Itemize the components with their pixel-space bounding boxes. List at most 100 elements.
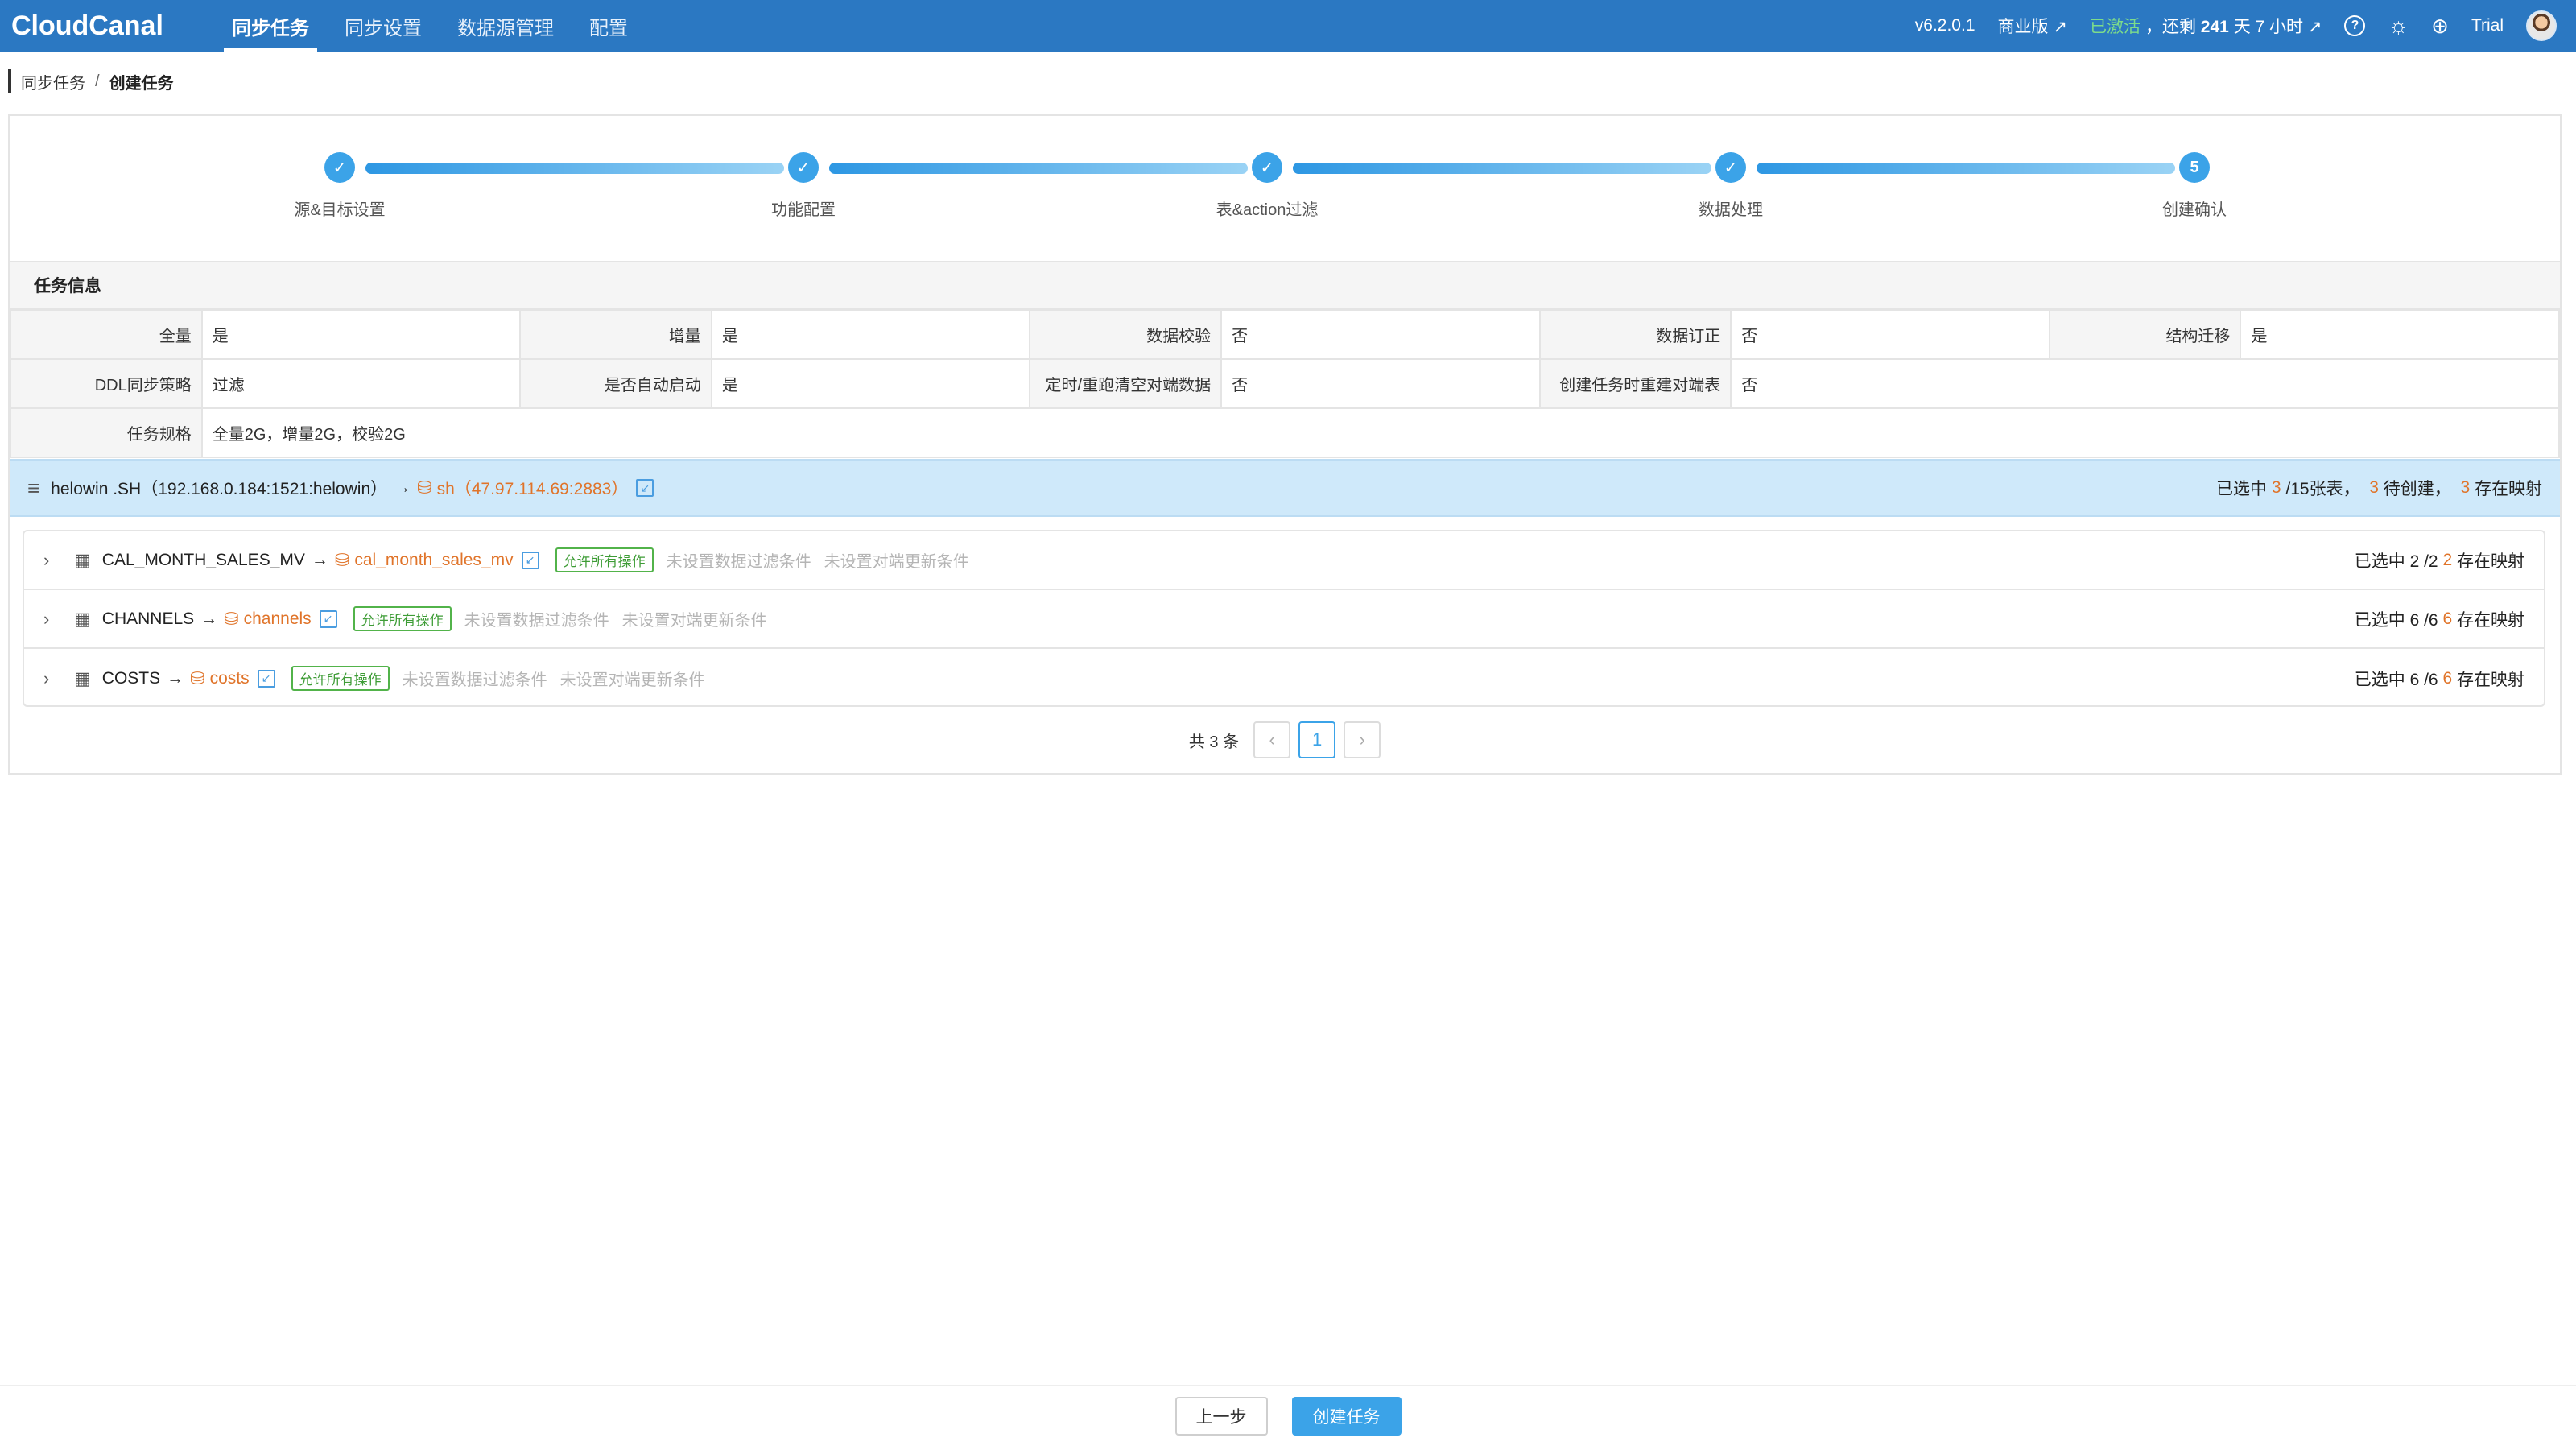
create-task-panel: ✓ ✓ ✓ ✓ 5 源&目标设置 功能配置 表&action过滤 数据处理 创建… bbox=[8, 114, 2562, 775]
arrow-icon: → bbox=[394, 478, 411, 497]
next-page-button[interactable]: › bbox=[1344, 721, 1381, 758]
info-row: 全量 是 增量 是 数据校验 否 数据订正 否 结构迁移 是 bbox=[10, 309, 2560, 360]
edit-mapping-icon[interactable]: ↙ bbox=[636, 479, 654, 497]
info-label: 全量 bbox=[10, 309, 203, 360]
row-summary: 已选中 6 /6 6 存在映射 bbox=[2354, 609, 2524, 630]
theme-icon[interactable]: ☼ bbox=[2388, 14, 2409, 37]
edit-mapping-icon[interactable]: ↙ bbox=[257, 669, 275, 688]
source-table: CHANNELS bbox=[101, 609, 195, 628]
selected-count: 3 bbox=[2271, 478, 2281, 497]
avatar[interactable] bbox=[2526, 10, 2557, 41]
target-table: cal_month_sales_mv bbox=[354, 550, 514, 569]
filter-condition[interactable]: 未设置数据过滤条件 bbox=[464, 607, 609, 630]
help-icon[interactable]: ? bbox=[2344, 15, 2366, 36]
info-label: 任务规格 bbox=[10, 407, 203, 458]
user-name[interactable]: Trial bbox=[2471, 16, 2504, 35]
row-summary: 已选中 2 /2 2 存在映射 bbox=[2354, 550, 2524, 571]
action-tag: 允许所有操作 bbox=[291, 666, 390, 691]
edit-mapping-icon[interactable]: ↙ bbox=[319, 609, 337, 628]
nav-config[interactable]: 配置 bbox=[572, 0, 646, 52]
info-label: 是否自动启动 bbox=[519, 358, 712, 409]
arrow-icon: → bbox=[311, 550, 328, 569]
header-right: v6.2.0.1 商业版 ↗ 已激活 ，还剩 241 天 7 小时 ↗ ? ☼ … bbox=[1915, 0, 2576, 52]
mapping-summary: 已选中 3 /15张表， 3 待创建， 3 存在映射 bbox=[2216, 478, 2542, 498]
info-value: 否 bbox=[1220, 309, 1541, 360]
create-task-button[interactable]: 创建任务 bbox=[1291, 1397, 1402, 1436]
pending-count: 3 bbox=[2369, 478, 2379, 497]
license-remaining[interactable]: ，还剩 241 天 7 小时 ↗ bbox=[2145, 14, 2322, 38]
info-value: 否 bbox=[1730, 358, 2560, 409]
step-3-check-icon: ✓ bbox=[1252, 152, 1282, 183]
expand-chevron-icon[interactable]: › bbox=[43, 609, 60, 630]
target-table-icon: ⛁ bbox=[190, 667, 205, 688]
expand-chevron-icon[interactable]: › bbox=[43, 668, 60, 689]
table-row: › ▦ CAL_MONTH_SALES_MV → ⛁ cal_month_sal… bbox=[24, 531, 2544, 590]
step-5-label: 创建确认 bbox=[2162, 201, 2227, 219]
info-label: 创建任务时重建对端表 bbox=[1538, 358, 1732, 409]
source-schema: helowin .SH（192.168.0.184:1521:helowin） bbox=[51, 480, 388, 498]
footer-actions: 上一步 创建任务 bbox=[0, 1385, 2576, 1446]
info-value: 是 bbox=[200, 309, 522, 360]
info-row: 任务规格 全量2G，增量2G，校验2G bbox=[10, 407, 2561, 458]
table-icon: ▦ bbox=[74, 549, 91, 570]
step-4-label: 数据处理 bbox=[1699, 201, 1763, 219]
prev-step-button[interactable]: 上一步 bbox=[1174, 1397, 1268, 1436]
page-1-button[interactable]: 1 bbox=[1298, 721, 1336, 758]
schema-mapping-bar: ≡ helowin .SH（192.168.0.184:1521:helowin… bbox=[10, 459, 2560, 517]
breadcrumb-parent[interactable]: 同步任务 bbox=[21, 70, 85, 93]
info-label: 数据校验 bbox=[1029, 309, 1223, 360]
filter-condition[interactable]: 未设置数据过滤条件 bbox=[402, 667, 547, 690]
breadcrumb-current: 创建任务 bbox=[109, 74, 174, 93]
expand-chevron-icon[interactable]: › bbox=[43, 550, 60, 571]
step-2-label: 功能配置 bbox=[771, 201, 836, 219]
target-table: channels bbox=[243, 609, 312, 628]
pagination: 共 3 条 ‹ 1 › bbox=[10, 721, 2560, 758]
pagination-total: 共 3 条 bbox=[1188, 733, 1240, 751]
info-label: DDL同步策略 bbox=[10, 358, 203, 409]
target-schema: sh（47.97.114.69:2883） bbox=[436, 480, 629, 498]
update-condition[interactable]: 未设置对端更新条件 bbox=[560, 667, 705, 690]
version: v6.2.0.1 bbox=[1914, 16, 1975, 35]
task-info-title: 任务信息 bbox=[10, 261, 2560, 309]
step-connector bbox=[1293, 163, 1711, 174]
action-tag: 允许所有操作 bbox=[555, 547, 654, 572]
filter-condition[interactable]: 未设置数据过滤条件 bbox=[667, 548, 811, 572]
info-value: 全量2G，增量2G，校验2G bbox=[200, 407, 2561, 458]
row-summary: 已选中 6 /6 6 存在映射 bbox=[2354, 668, 2524, 689]
update-condition[interactable]: 未设置对端更新条件 bbox=[824, 548, 969, 572]
database-icon: ≡ bbox=[27, 475, 40, 500]
target-table-icon: ⛁ bbox=[224, 608, 239, 629]
source-table: CAL_MONTH_SALES_MV bbox=[101, 550, 305, 569]
main-nav: 同步任务 同步设置 数据源管理 配置 bbox=[214, 0, 646, 52]
nav-sync-settings[interactable]: 同步设置 bbox=[327, 0, 440, 52]
edit-mapping-icon[interactable]: ↙ bbox=[521, 551, 539, 569]
table-icon: ▦ bbox=[74, 667, 91, 688]
info-value: 是 bbox=[710, 309, 1031, 360]
steps: ✓ ✓ ✓ ✓ 5 源&目标设置 功能配置 表&action过滤 数据处理 创建… bbox=[10, 116, 2560, 261]
info-value: 否 bbox=[1220, 358, 1541, 409]
action-tag: 允许所有操作 bbox=[353, 606, 452, 631]
update-condition[interactable]: 未设置对端更新条件 bbox=[622, 607, 767, 630]
table-list: › ▦ CAL_MONTH_SALES_MV → ⛁ cal_month_sal… bbox=[23, 530, 2545, 707]
mapped-count: 3 bbox=[2460, 478, 2471, 497]
step-4-check-icon: ✓ bbox=[1715, 152, 1746, 183]
table-row: › ▦ CHANNELS → ⛁ channels ↙ 允许所有操作 未设置数据… bbox=[24, 590, 2544, 649]
activated-status: 已激活 bbox=[2089, 18, 2140, 36]
nav-datasource[interactable]: 数据源管理 bbox=[440, 0, 572, 52]
edition-link[interactable]: 商业版 ↗ bbox=[1998, 14, 2067, 38]
info-value: 是 bbox=[2240, 309, 2560, 360]
step-3-label: 表&action过滤 bbox=[1216, 201, 1319, 219]
arrow-icon: → bbox=[200, 609, 218, 628]
target-db-icon: ⛁ bbox=[417, 477, 432, 498]
step-1-check-icon: ✓ bbox=[324, 152, 355, 183]
top-bar: CloudCanal 同步任务 同步设置 数据源管理 配置 v6.2.0.1 商… bbox=[0, 0, 2576, 52]
breadcrumb-separator: / bbox=[95, 72, 100, 90]
language-icon[interactable]: ⊕ bbox=[2431, 15, 2449, 36]
nav-sync-tasks[interactable]: 同步任务 bbox=[214, 0, 327, 52]
info-label: 数据订正 bbox=[1538, 309, 1732, 360]
info-row: DDL同步策略 过滤 是否自动启动 是 定时/重跑清空对端数据 否 创建任务时重… bbox=[10, 358, 2560, 409]
step-connector bbox=[1757, 163, 2175, 174]
prev-page-button[interactable]: ‹ bbox=[1253, 721, 1291, 758]
logo[interactable]: CloudCanal bbox=[11, 0, 188, 52]
breadcrumb: 同步任务 / 创建任务 bbox=[8, 69, 174, 93]
